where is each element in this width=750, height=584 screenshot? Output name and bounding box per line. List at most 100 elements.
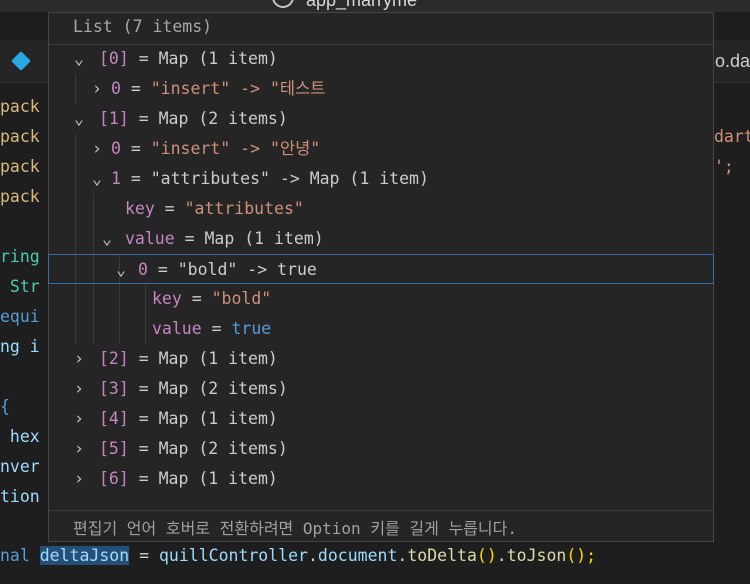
- row-key: key: [152, 289, 182, 308]
- hover-header-label: List (7 items): [73, 17, 213, 36]
- row-key: value: [152, 319, 202, 338]
- code-line: {: [0, 397, 10, 416]
- row-key: [2]: [99, 349, 129, 368]
- code-line: ';: [714, 157, 734, 176]
- row-value: Map (2 items): [158, 109, 288, 128]
- row-eq: =: [174, 229, 205, 248]
- code-token: nal: [0, 546, 40, 565]
- code-token: .: [397, 546, 408, 565]
- chevron-right-icon[interactable]: ›: [89, 74, 105, 104]
- code-line: equi: [0, 307, 40, 326]
- tree-row-selected[interactable]: ⌄ 0 = "bold" -> true: [48, 254, 714, 284]
- code-token: quillController: [158, 546, 308, 565]
- row-value: Map (1 item): [158, 49, 278, 68]
- tree-row[interactable]: ⌄ value = Map (1 item): [49, 224, 713, 254]
- chevron-down-icon[interactable]: ⌄: [71, 44, 87, 74]
- code-token: document: [317, 546, 398, 565]
- code-line: hex: [0, 427, 40, 446]
- row-key: 0: [138, 260, 148, 279]
- row-eq: =: [128, 379, 159, 398]
- code-token: toJson: [506, 546, 567, 565]
- tree-row[interactable]: › [3] = Map (2 items): [49, 374, 713, 404]
- code-token: =: [129, 546, 159, 565]
- row-eq: =: [154, 199, 185, 218]
- row-eq: =: [201, 319, 232, 338]
- window-title: app_marryme: [306, 0, 418, 10]
- chevron-right-icon[interactable]: ›: [71, 404, 87, 434]
- row-key: 0: [111, 139, 121, 158]
- search-icon[interactable]: [272, 0, 294, 8]
- code-line: pack: [0, 157, 40, 176]
- tree-row[interactable]: key = "bold": [49, 284, 713, 314]
- row-key: [3]: [99, 379, 129, 398]
- row-value: Map (2 items): [158, 439, 288, 458]
- row-eq: =: [128, 469, 159, 488]
- row-key: value: [125, 229, 175, 248]
- row-key: key: [125, 199, 155, 218]
- row-eq: =: [128, 409, 159, 428]
- code-line-bottom: nal deltaJson = quillController.document…: [0, 541, 596, 571]
- row-eq: =: [128, 49, 159, 68]
- chevron-down-icon[interactable]: ⌄: [99, 224, 115, 254]
- chevron-right-icon[interactable]: ›: [71, 464, 87, 494]
- code-token: .: [307, 546, 318, 565]
- tree-row[interactable]: › [5] = Map (2 items): [49, 434, 713, 464]
- code-line: pack: [0, 127, 40, 146]
- title-bar: app_marryme: [0, 0, 750, 12]
- tree-row[interactable]: value = true: [49, 314, 713, 344]
- tree-row[interactable]: ⌄ [1] = Map (2 items): [49, 104, 713, 134]
- row-value: "bold" -> true: [177, 260, 317, 279]
- code-line: Str: [0, 277, 40, 296]
- code-line: nver: [0, 457, 40, 476]
- tree-row[interactable]: › [4] = Map (1 item): [49, 404, 713, 434]
- chevron-down-icon[interactable]: ⌄: [71, 104, 87, 134]
- row-eq: =: [181, 289, 212, 308]
- row-value: "attributes" -> Map (1 item): [150, 169, 429, 188]
- tree-row[interactable]: key = "attributes": [49, 194, 713, 224]
- hovered-variable[interactable]: deltaJson: [39, 546, 130, 565]
- code-line: ring: [0, 247, 40, 266]
- tree-row[interactable]: › 0 = "insert" -> "안녕": [49, 134, 713, 164]
- tab-label-fragment[interactable]: o.da: [715, 51, 750, 72]
- tree-row[interactable]: › [6] = Map (1 item): [49, 464, 713, 494]
- row-eq: =: [120, 79, 151, 98]
- row-value: "insert" -> "테스트: [150, 79, 326, 98]
- chevron-down-icon[interactable]: ⌄: [89, 164, 105, 194]
- hover-header: List (7 items): [49, 13, 713, 45]
- code-token: toDelta: [407, 546, 477, 565]
- row-eq: =: [128, 349, 159, 368]
- row-eq: =: [128, 109, 159, 128]
- row-value: "bold": [211, 289, 272, 308]
- row-eq: =: [120, 139, 151, 158]
- tree-row[interactable]: › [2] = Map (1 item): [49, 344, 713, 374]
- chevron-right-icon[interactable]: ›: [71, 344, 87, 374]
- row-key: [6]: [99, 469, 129, 488]
- row-key: [1]: [99, 109, 129, 128]
- hover-footer: 편집기 언어 호버로 전환하려면 Option 키를 길게 누릅니다.: [49, 510, 713, 541]
- row-eq: =: [128, 439, 159, 458]
- tree-row[interactable]: ⌄ 1 = "attributes" -> Map (1 item): [49, 164, 713, 194]
- code-line: pack: [0, 97, 40, 116]
- tree-row[interactable]: › 0 = "insert" -> "테스트: [49, 74, 713, 104]
- row-value: true: [231, 319, 272, 338]
- code-line: tion: [0, 487, 40, 506]
- code-line: ng i: [0, 337, 40, 356]
- debug-hover-panel[interactable]: List (7 items) ⌄ [0] = Map (1 item) › 0 …: [48, 12, 714, 542]
- row-eq: =: [120, 169, 151, 188]
- row-key: 1: [111, 169, 121, 188]
- chevron-down-icon[interactable]: ⌄: [113, 255, 129, 285]
- chevron-right-icon[interactable]: ›: [89, 134, 105, 164]
- row-value: Map (1 item): [158, 349, 278, 368]
- tree-row[interactable]: ⌄ [0] = Map (1 item): [49, 44, 713, 74]
- row-key: [0]: [99, 49, 129, 68]
- row-eq: =: [147, 260, 178, 279]
- row-key: 0: [111, 79, 121, 98]
- code-token: .: [496, 546, 507, 565]
- chevron-right-icon[interactable]: ›: [71, 434, 87, 464]
- code-line: dart: [714, 127, 750, 146]
- row-value: "attributes": [184, 199, 304, 218]
- row-value: Map (1 item): [158, 469, 278, 488]
- hover-footer-hint: 편집기 언어 호버로 전환하려면 Option 키를 길게 누릅니다.: [73, 519, 517, 538]
- chevron-right-icon[interactable]: ›: [71, 374, 87, 404]
- row-key: [4]: [99, 409, 129, 428]
